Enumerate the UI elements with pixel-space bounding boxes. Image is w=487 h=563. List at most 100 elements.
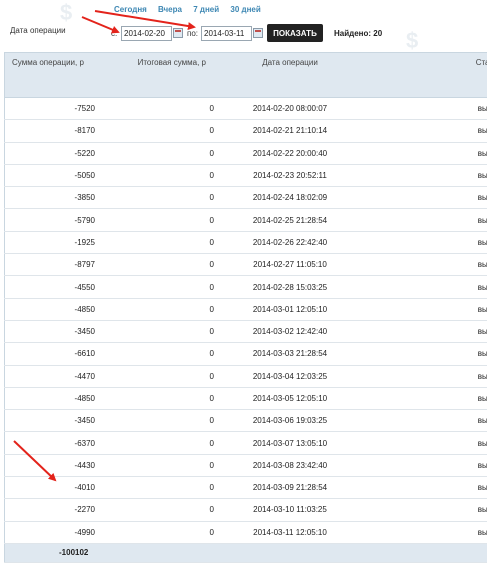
table-row: -192502014-02-26 22:42:40выплата <box>5 231 487 253</box>
total-row: -100102 <box>5 543 487 562</box>
cell-total: 0 <box>95 499 214 521</box>
table-row: -522002014-02-22 20:00:40выплата <box>5 142 487 164</box>
cell-total: 0 <box>95 276 214 298</box>
column-header-total: Итоговая сумма, р <box>95 53 214 98</box>
cell-date: 2014-02-26 22:42:40 <box>214 231 366 253</box>
cell-total: 0 <box>95 187 214 209</box>
cell-status: выплата <box>366 164 487 186</box>
cell-amount: -8170 <box>5 120 96 142</box>
column-header-date: Дата операции <box>214 53 366 98</box>
cell-status: выплата <box>366 343 487 365</box>
cell-status: выплата <box>366 410 487 432</box>
cell-status: выплата <box>366 454 487 476</box>
cell-amount: -2270 <box>5 499 96 521</box>
table-row: -485002014-03-01 12:05:10выплата <box>5 298 487 320</box>
cell-date: 2014-02-21 21:10:14 <box>214 120 366 142</box>
cell-date: 2014-02-23 20:52:11 <box>214 164 366 186</box>
cell-status: выплата <box>366 98 487 120</box>
cell-amount: -4430 <box>5 454 96 476</box>
cell-date: 2014-03-09 21:28:54 <box>214 477 366 499</box>
quick-link-today[interactable]: Сегодня <box>114 5 147 14</box>
cell-total: 0 <box>95 298 214 320</box>
table-row: -499002014-03-11 12:05:10выплата <box>5 521 487 543</box>
cell-total: 0 <box>95 477 214 499</box>
cell-total: 0 <box>95 98 214 120</box>
cell-status: выплата <box>366 320 487 342</box>
cell-status: выплата <box>366 142 487 164</box>
cell-total: 0 <box>95 410 214 432</box>
cell-status: выплата <box>366 254 487 276</box>
calendar-icon[interactable] <box>173 28 183 38</box>
column-header-amount: Сумма операции, р <box>5 53 96 98</box>
cell-date: 2014-02-27 11:05:10 <box>214 254 366 276</box>
cell-amount: -5790 <box>5 209 96 231</box>
cell-date: 2014-02-28 15:03:25 <box>214 276 366 298</box>
cell-status: выплата <box>366 298 487 320</box>
quick-link-yesterday[interactable]: Вчера <box>158 5 182 14</box>
table-row: -227002014-03-10 11:03:25выплата <box>5 499 487 521</box>
cell-date: 2014-02-25 21:28:54 <box>214 209 366 231</box>
date-to-input[interactable]: 2014-03-11 <box>201 26 252 41</box>
date-from-input[interactable]: 2014-02-20 <box>121 26 172 41</box>
table-row: -385002014-02-24 18:02:09выплата <box>5 187 487 209</box>
dollar-watermark-icon: $ <box>60 0 72 26</box>
to-label: по: <box>187 29 198 38</box>
table-row: -345002014-03-06 19:03:25выплата <box>5 410 487 432</box>
cell-status: выплата <box>366 432 487 454</box>
cell-total: 0 <box>95 365 214 387</box>
cell-date: 2014-03-11 12:05:10 <box>214 521 366 543</box>
cell-amount: -5050 <box>5 164 96 186</box>
cell-date: 2014-03-05 12:05:10 <box>214 387 366 409</box>
total-amount: -100102 <box>5 543 96 562</box>
cell-total: 0 <box>95 454 214 476</box>
found-count: Найдено: 20 <box>334 29 382 38</box>
cell-date: 2014-03-10 11:03:25 <box>214 499 366 521</box>
cell-amount: -3450 <box>5 320 96 342</box>
cell-date: 2014-02-20 08:00:07 <box>214 98 366 120</box>
cell-total: 0 <box>95 320 214 342</box>
table-row: -455002014-02-28 15:03:25выплата <box>5 276 487 298</box>
cell-total: 0 <box>95 432 214 454</box>
cell-date: 2014-03-04 12:03:25 <box>214 365 366 387</box>
operations-table: Сумма операции, р Итоговая сумма, р Дата… <box>4 52 487 563</box>
cell-amount: -6370 <box>5 432 96 454</box>
cell-total: 0 <box>95 343 214 365</box>
cell-date: 2014-03-02 12:42:40 <box>214 320 366 342</box>
cell-amount: -4550 <box>5 276 96 298</box>
table-row: -505002014-02-23 20:52:11выплата <box>5 164 487 186</box>
table-row: -752002014-02-20 08:00:07выплата <box>5 98 487 120</box>
cell-total: 0 <box>95 231 214 253</box>
cell-status: выплата <box>366 521 487 543</box>
quick-period-links: Сегодня Вчера 7 дней 30 дней <box>114 5 270 14</box>
table-row: -817002014-02-21 21:10:14выплата <box>5 120 487 142</box>
column-header-status: Статус <box>366 53 487 98</box>
cell-total: 0 <box>95 254 214 276</box>
cell-total: 0 <box>95 164 214 186</box>
cell-status: выплата <box>366 477 487 499</box>
cell-date: 2014-03-06 19:03:25 <box>214 410 366 432</box>
cell-date: 2014-03-01 12:05:10 <box>214 298 366 320</box>
from-label: с: <box>111 29 117 38</box>
show-button[interactable]: ПОКАЗАТЬ <box>267 24 323 42</box>
cell-total: 0 <box>95 387 214 409</box>
cell-amount: -4850 <box>5 387 96 409</box>
cell-amount: -3450 <box>5 410 96 432</box>
cell-status: выплата <box>366 231 487 253</box>
quick-link-30days[interactable]: 30 дней <box>230 5 260 14</box>
cell-total: 0 <box>95 142 214 164</box>
table-row: -447002014-03-04 12:03:25выплата <box>5 365 487 387</box>
table-row: -661002014-03-03 21:28:54выплата <box>5 343 487 365</box>
cell-amount: -1925 <box>5 231 96 253</box>
cell-amount: -4470 <box>5 365 96 387</box>
cell-amount: -8797 <box>5 254 96 276</box>
cell-amount: -4010 <box>5 477 96 499</box>
cell-total: 0 <box>95 521 214 543</box>
total-cell-empty <box>366 543 487 562</box>
table-row: -443002014-03-08 23:42:40выплата <box>5 454 487 476</box>
cell-status: выплата <box>366 365 487 387</box>
cell-amount: -4850 <box>5 298 96 320</box>
cell-date: 2014-03-08 23:42:40 <box>214 454 366 476</box>
quick-link-7days[interactable]: 7 дней <box>193 5 219 14</box>
cell-date: 2014-02-22 20:00:40 <box>214 142 366 164</box>
calendar-icon[interactable] <box>253 28 263 38</box>
